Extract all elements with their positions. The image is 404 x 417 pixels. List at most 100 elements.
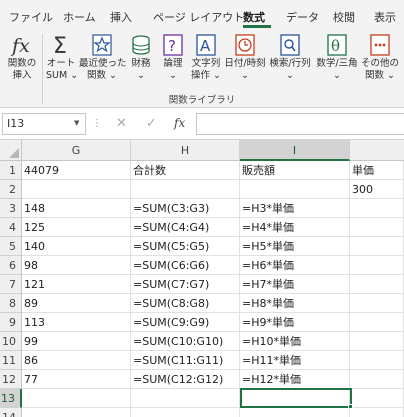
row-header-11[interactable]: 11 xyxy=(0,351,22,370)
cell-g12[interactable]: 77 xyxy=(22,370,131,389)
formula-bar-resize-handle[interactable]: ⋮ xyxy=(92,118,102,129)
cell-g2[interactable] xyxy=(22,180,131,199)
financial-button[interactable]: 財務 ⌄ xyxy=(127,32,155,82)
cell-j11[interactable] xyxy=(350,351,404,370)
cell-i7[interactable]: =H7*単価 xyxy=(240,275,350,294)
row-header-14[interactable]: 14 xyxy=(0,408,22,417)
cell-j4[interactable] xyxy=(350,218,404,237)
date-time-button[interactable]: 日付/時刻 ⌄ xyxy=(224,32,266,82)
cell-g7[interactable]: 121 xyxy=(22,275,131,294)
row-header-1[interactable]: 1 xyxy=(0,161,22,180)
cell-g9[interactable]: 113 xyxy=(22,313,131,332)
row-header-9[interactable]: 9 xyxy=(0,313,22,332)
tab-home[interactable]: ホーム xyxy=(63,9,96,25)
select-all-corner[interactable] xyxy=(0,140,22,161)
cell-j1[interactable]: 単価 xyxy=(350,161,404,180)
cell-i1[interactable]: 販売額 xyxy=(240,161,350,180)
cell-h3[interactable]: =SUM(C3:G3) xyxy=(131,199,240,218)
column-header-j[interactable] xyxy=(350,140,404,161)
cell-j6[interactable] xyxy=(350,256,404,275)
cell-i12[interactable]: =H12*単価 xyxy=(240,370,350,389)
tab-insert[interactable]: 挿入 xyxy=(110,9,132,25)
cell-j2[interactable]: 300 xyxy=(350,180,404,199)
row-header-13[interactable]: 13 xyxy=(0,389,22,408)
row-header-7[interactable]: 7 xyxy=(0,275,22,294)
cell-i3[interactable]: =H3*単価 xyxy=(240,199,350,218)
cell-h5[interactable]: =SUM(C5:G5) xyxy=(131,237,240,256)
cell-h13[interactable] xyxy=(131,389,240,408)
lookup-reference-button[interactable]: 検索/行列 ⌄ xyxy=(268,32,312,82)
row-header-3[interactable]: 3 xyxy=(0,199,22,218)
cell-i11[interactable]: =H11*単価 xyxy=(240,351,350,370)
fill-handle[interactable] xyxy=(348,404,353,409)
cell-h8[interactable]: =SUM(C8:G8) xyxy=(131,294,240,313)
cell-i6[interactable]: =H6*単価 xyxy=(240,256,350,275)
text-button[interactable]: A 文字列 操作 ⌄ xyxy=(189,32,223,82)
row-header-5[interactable]: 5 xyxy=(0,237,22,256)
column-header-g[interactable]: G xyxy=(22,140,131,161)
cell-j7[interactable] xyxy=(350,275,404,294)
insert-function-button[interactable]: fx 関数の 挿入 xyxy=(4,32,40,82)
cell-g14[interactable] xyxy=(22,408,131,417)
tab-data[interactable]: データ xyxy=(286,9,319,25)
cell-g10[interactable]: 99 xyxy=(22,332,131,351)
cell-i9[interactable]: =H9*単価 xyxy=(240,313,350,332)
cell-j9[interactable] xyxy=(350,313,404,332)
column-header-h[interactable]: H xyxy=(131,140,240,161)
cell-j5[interactable] xyxy=(350,237,404,256)
cell-i5[interactable]: =H5*単価 xyxy=(240,237,350,256)
formula-input[interactable] xyxy=(196,113,404,135)
cell-g6[interactable]: 98 xyxy=(22,256,131,275)
cell-i14[interactable] xyxy=(240,408,350,417)
more-functions-button[interactable]: その他の 関数 ⌄ xyxy=(361,32,399,82)
insert-function-fx-icon[interactable]: fx xyxy=(174,116,185,130)
tab-view[interactable]: 表示 xyxy=(374,9,396,25)
cell-j3[interactable] xyxy=(350,199,404,218)
cell-i13[interactable] xyxy=(240,389,350,408)
enter-check-icon[interactable]: ✓ xyxy=(146,116,157,131)
cell-j13[interactable] xyxy=(350,389,404,408)
cell-j12[interactable] xyxy=(350,370,404,389)
cell-h9[interactable]: =SUM(C9:G9) xyxy=(131,313,240,332)
row-header-4[interactable]: 4 xyxy=(0,218,22,237)
tab-formulas[interactable]: 数式 xyxy=(243,9,265,25)
tab-page-layout[interactable]: ページ レイアウト xyxy=(153,9,244,25)
cell-h4[interactable]: =SUM(C4:G4) xyxy=(131,218,240,237)
row-header-6[interactable]: 6 xyxy=(0,256,22,275)
cell-i2[interactable] xyxy=(240,180,350,199)
math-trig-button[interactable]: θ 数学/三角 ⌄ xyxy=(314,32,360,82)
cell-h7[interactable]: =SUM(C7:G7) xyxy=(131,275,240,294)
row-header-2[interactable]: 2 xyxy=(0,180,22,199)
logical-button[interactable]: ? 論理 ⌄ xyxy=(159,32,187,82)
row-header-8[interactable]: 8 xyxy=(0,294,22,313)
cell-g11[interactable]: 86 xyxy=(22,351,131,370)
cell-j10[interactable] xyxy=(350,332,404,351)
cell-g8[interactable]: 89 xyxy=(22,294,131,313)
cell-j8[interactable] xyxy=(350,294,404,313)
cell-h2[interactable] xyxy=(131,180,240,199)
cell-g4[interactable]: 125 xyxy=(22,218,131,237)
cell-h11[interactable]: =SUM(C11:G11) xyxy=(131,351,240,370)
tab-review[interactable]: 校閲 xyxy=(333,9,355,25)
autosum-button[interactable]: Σ オート SUM ⌄ xyxy=(46,32,78,82)
cell-h12[interactable]: =SUM(C12:G12) xyxy=(131,370,240,389)
cell-h6[interactable]: =SUM(C6:G6) xyxy=(131,256,240,275)
cell-g1[interactable]: 44079 xyxy=(22,161,131,180)
tab-file[interactable]: ファイル xyxy=(9,9,53,25)
cell-j14[interactable] xyxy=(350,408,404,417)
recently-used-button[interactable]: 最近使った 関数 ⌄ xyxy=(79,32,127,82)
cell-i8[interactable]: =H8*単価 xyxy=(240,294,350,313)
name-box-dropdown-icon[interactable]: ▼ xyxy=(74,119,79,127)
cell-h10[interactable]: =SUM(C10:G10) xyxy=(131,332,240,351)
cell-g5[interactable]: 140 xyxy=(22,237,131,256)
cell-g13[interactable] xyxy=(22,389,131,408)
cell-h14[interactable] xyxy=(131,408,240,417)
column-header-i[interactable]: I xyxy=(240,140,350,161)
cell-h1[interactable]: 合計数 xyxy=(131,161,240,180)
cell-g3[interactable]: 148 xyxy=(22,199,131,218)
cancel-icon[interactable]: ✕ xyxy=(116,116,127,131)
row-header-12[interactable]: 12 xyxy=(0,370,22,389)
cell-i4[interactable]: =H4*単価 xyxy=(240,218,350,237)
cell-i10[interactable]: =H10*単価 xyxy=(240,332,350,351)
row-header-10[interactable]: 10 xyxy=(0,332,22,351)
